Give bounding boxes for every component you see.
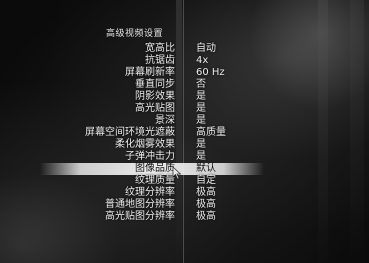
setting-value[interactable]: 是 <box>196 103 206 115</box>
setting-row-depth-of-field[interactable]: 景深 是 <box>0 115 369 127</box>
setting-row-anti-aliasing[interactable]: 抗锯齿 4x <box>0 55 369 67</box>
setting-value[interactable]: 极高 <box>196 187 216 199</box>
setting-label: 子弹冲击力 <box>125 151 175 162</box>
setting-value[interactable]: 否 <box>196 79 206 91</box>
setting-label: 垂直同步 <box>135 79 175 90</box>
setting-value[interactable]: 默认 <box>196 163 216 175</box>
setting-row-vsync[interactable]: 垂直同步 否 <box>0 79 369 91</box>
setting-value[interactable]: 60 Hz <box>196 67 225 79</box>
setting-value[interactable]: 极高 <box>196 211 216 223</box>
setting-value[interactable]: 4x <box>196 55 208 67</box>
setting-label: 屏幕空间环境光遮蔽 <box>85 127 175 138</box>
setting-row-refresh-rate[interactable]: 屏幕刷新率 60 Hz <box>0 67 369 79</box>
setting-label: 阴影效果 <box>135 91 175 102</box>
setting-label: 普通地图分辨率 <box>105 199 175 210</box>
setting-row-specular-maps[interactable]: 高光贴图 是 <box>0 103 369 115</box>
setting-row-bullet-impact[interactable]: 子弹冲击力 是 <box>0 151 369 163</box>
setting-row-texture-resolution[interactable]: 纹理分辨率 极高 <box>0 187 369 199</box>
setting-value[interactable]: 是 <box>196 91 206 103</box>
setting-value[interactable]: 极高 <box>196 199 216 211</box>
setting-label: 屏幕刷新率 <box>125 67 175 78</box>
setting-row-ssao[interactable]: 屏幕空间环境光遮蔽 高质量 <box>0 127 369 139</box>
setting-row-specular-map-resolution[interactable]: 高光贴图分辨率 极高 <box>0 211 369 223</box>
setting-label: 纹理质量 <box>135 175 175 186</box>
setting-row-texture-quality[interactable]: 纹理质量 自定 <box>0 175 369 187</box>
setting-label: 柔化烟雾效果 <box>115 139 175 150</box>
setting-value[interactable]: 高质量 <box>196 127 226 139</box>
setting-value[interactable]: 是 <box>196 115 206 127</box>
advanced-video-settings-screen: 高级视频设置 宽高比 自动 抗锯齿 4x 屏幕刷新率 60 Hz 垂直同步 否 … <box>0 0 369 263</box>
setting-label: 高光贴图 <box>135 103 175 114</box>
setting-value[interactable]: 是 <box>196 151 206 163</box>
setting-label: 图像品质 <box>135 163 175 174</box>
panel-title: 高级视频设置 <box>106 29 164 39</box>
setting-label: 抗锯齿 <box>145 55 175 66</box>
setting-row-normal-map-resolution[interactable]: 普通地图分辨率 极高 <box>0 199 369 211</box>
setting-value[interactable]: 自动 <box>196 43 216 55</box>
setting-label: 纹理分辨率 <box>125 187 175 198</box>
mouse-pointer-icon <box>172 166 182 180</box>
setting-row-aspect-ratio[interactable]: 宽高比 自动 <box>0 43 369 55</box>
setting-row-soft-smoke[interactable]: 柔化烟雾效果 是 <box>0 139 369 151</box>
setting-label: 宽高比 <box>145 43 175 54</box>
setting-row-shadows[interactable]: 阴影效果 是 <box>0 91 369 103</box>
setting-value[interactable]: 自定 <box>196 175 216 187</box>
setting-value[interactable]: 是 <box>196 139 206 151</box>
setting-row-image-quality[interactable]: 图像品质 默认 <box>0 163 369 175</box>
setting-label: 高光贴图分辨率 <box>105 211 175 222</box>
setting-label: 景深 <box>155 115 175 126</box>
